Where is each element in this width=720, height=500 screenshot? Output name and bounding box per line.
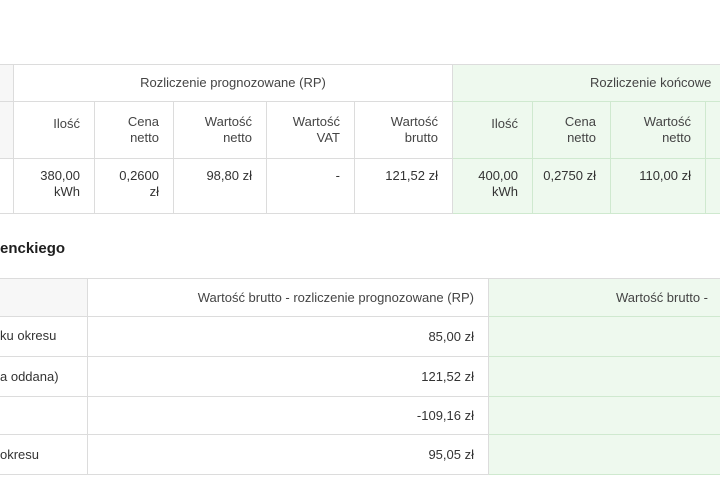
row-value-final [489,357,720,397]
cell-net-price: 0,2600 zł [95,159,174,214]
col-header-gross-value-l2: brutto [404,130,438,145]
row-label-header [0,102,14,159]
col-header-net-price-final-l1: Cena [564,114,596,129]
col-header-vat-value: Wartość VAT [267,102,355,159]
row-value-rp: 85,00 zł [88,317,489,357]
cell-quantity-value: 380,00 [40,168,80,183]
cell-quantity: 380,00 kWh [14,159,95,214]
row-value-final [489,317,720,357]
cell-net-price-unit: zł [149,184,159,199]
col-header-gross-value-l1: Wartość [390,114,438,129]
cell-quantity-final-unit: kWh [492,184,518,199]
col-header-clipped [706,102,720,159]
col-header-gross-final: Wartość brutto - [489,279,720,317]
col-header-gross-value: Wartość brutto [355,102,453,159]
col-header-net-value-final-l2: netto [662,130,691,145]
col-header-quantity-label: Ilość [53,116,80,131]
col-header-net-value-l1: Wartość [204,114,252,129]
col-header-vat-value-l1: Wartość [292,114,340,129]
cell-net-price-value: 0,2600 [119,168,159,183]
col-header-net-price-final-l2: netto [567,130,596,145]
row-label-cell [0,159,14,214]
col-header-net-value-l2: netto [223,130,252,145]
rk-group-title: Rozliczenie końcowe [453,65,720,102]
cell-gross-value: 121,52 zł [355,159,453,214]
cell-net-value-final: 110,00 zł [611,159,706,214]
cell-net-value: 98,80 zł [174,159,267,214]
col-header-quantity-final-label: Ilość [491,116,518,131]
cell-clipped [706,159,720,214]
col-header-vat-value-l2: VAT [316,130,340,145]
row-label-cell [0,435,88,475]
cell-quantity-final: 400,00 kWh [453,159,533,214]
col-header-quantity: Ilość [14,102,95,159]
row-label-cell [0,397,88,435]
row-label-cell [0,317,88,357]
section-title: enckiego [0,240,66,257]
col-header-net-value: Wartość netto [174,102,267,159]
col-header-gross-rp: Wartość brutto - rozliczenie prognozowan… [88,279,489,317]
row-value-rp: 95,05 zł [88,435,489,475]
col-header-net-price-final: Cena netto [533,102,611,159]
row-label-cell [0,357,88,397]
rp-group-title: Rozliczenie prognozowane (RP) [14,65,453,102]
col-header-net-price: Cena netto [95,102,174,159]
col-header-net-value-final-l1: Wartość [643,114,691,129]
col-header-net-value-final: Wartość netto [611,102,706,159]
col-header-net-price-l2: netto [130,130,159,145]
cell-quantity-unit: kWh [54,184,80,199]
col-header-net-price-l1: Cena [127,114,159,129]
row-value-rp: -109,16 zł [88,397,489,435]
row-label-header-top [0,65,14,102]
row-value-final [489,397,720,435]
table2-header-label [0,279,88,317]
row-value-final [489,435,720,475]
row-value-rp: 121,52 zł [88,357,489,397]
cell-quantity-final-value: 400,00 [478,168,518,183]
cell-net-price-final: 0,2750 zł [533,159,611,214]
cell-vat-value: - [267,159,355,214]
col-header-quantity-final: Ilość [453,102,533,159]
